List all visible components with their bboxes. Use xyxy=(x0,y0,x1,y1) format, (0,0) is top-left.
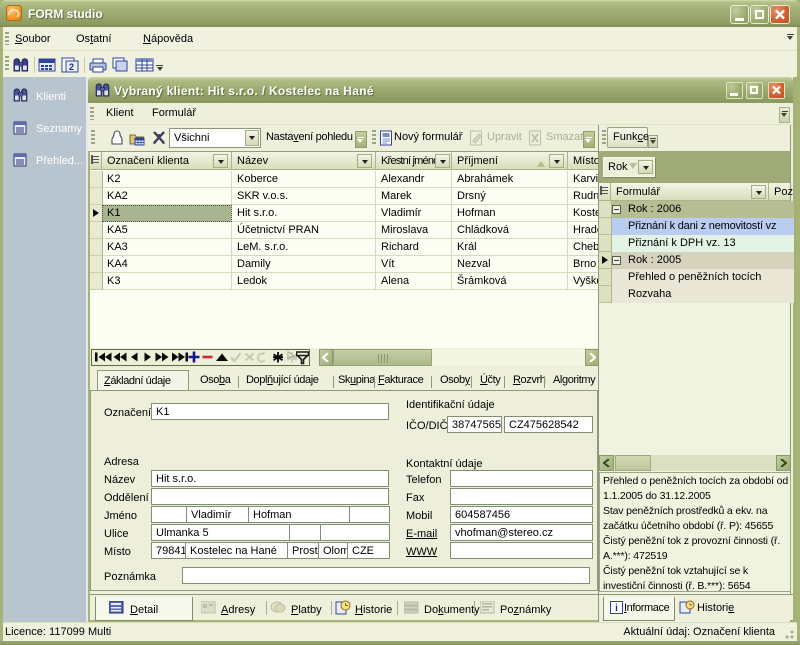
svg-text:2: 2 xyxy=(69,62,74,72)
